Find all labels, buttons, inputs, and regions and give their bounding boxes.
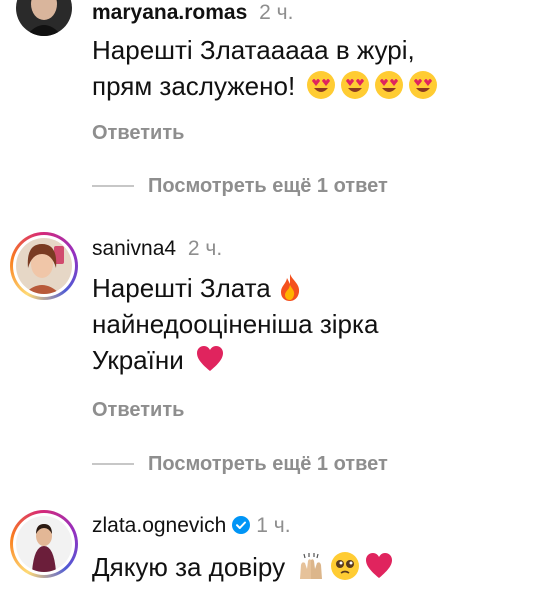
view-replies-label: Посмотреть ещё 1 ответ	[148, 174, 388, 197]
avatar[interactable]	[10, 0, 78, 42]
username[interactable]: zlata.ognevich	[92, 514, 226, 537]
comment-text: Нарешті Злата найнедооціненіша зірка Укр…	[92, 270, 378, 378]
username[interactable]: sanivna4	[92, 237, 176, 260]
comment-line: України	[92, 342, 378, 378]
heart-eyes-icon	[374, 70, 404, 100]
view-replies-button[interactable]: Посмотреть ещё 1 ответ	[92, 451, 388, 477]
comment-header: maryana.romas 2 ч.	[92, 0, 293, 26]
timestamp: 2 ч.	[187, 237, 223, 260]
comment-line: Нарешті Злата	[92, 270, 378, 306]
comment-header: zlata.ognevich 1 ч.	[92, 513, 291, 539]
heart-eyes-icon	[306, 70, 336, 100]
view-replies-label: Посмотреть ещё 1 ответ	[148, 452, 388, 475]
reply-button[interactable]: Ответить	[92, 121, 184, 145]
pleading-face-icon	[330, 551, 360, 581]
comment-text: Нарешті Златаааaа в журі, прям заслужено…	[92, 32, 438, 104]
divider	[92, 463, 134, 465]
divider	[92, 185, 134, 187]
heart-eyes-icon	[408, 70, 438, 100]
fire-icon	[275, 272, 305, 302]
reply-button[interactable]: Ответить	[92, 398, 184, 422]
verified-badge-icon	[232, 516, 251, 534]
comment-line: найнедооціненіша зірка	[92, 309, 379, 339]
username[interactable]: maryana.romas	[92, 1, 247, 24]
red-heart-icon	[195, 344, 225, 374]
red-heart-icon	[364, 551, 394, 581]
avatar-image	[16, 516, 72, 572]
avatar-image	[16, 0, 72, 36]
timestamp: 2 ч.	[259, 1, 294, 24]
heart-eyes-icon	[340, 70, 370, 100]
comment-line: прям заслужено!	[92, 68, 438, 104]
avatar[interactable]	[10, 510, 78, 578]
avatar-image	[16, 238, 72, 294]
avatar[interactable]	[10, 232, 78, 300]
comment-header: sanivna4 2 ч.	[92, 236, 222, 262]
comment-line: Дякую за довіру	[92, 549, 394, 585]
timestamp: 1 ч.	[256, 514, 291, 537]
view-replies-button[interactable]: Посмотреть ещё 1 ответ	[92, 173, 388, 199]
comment-text: Дякую за довіру	[92, 549, 394, 585]
comment-line: Нарешті Златаааaа в журі,	[92, 35, 415, 65]
raising-hands-icon	[296, 551, 326, 581]
